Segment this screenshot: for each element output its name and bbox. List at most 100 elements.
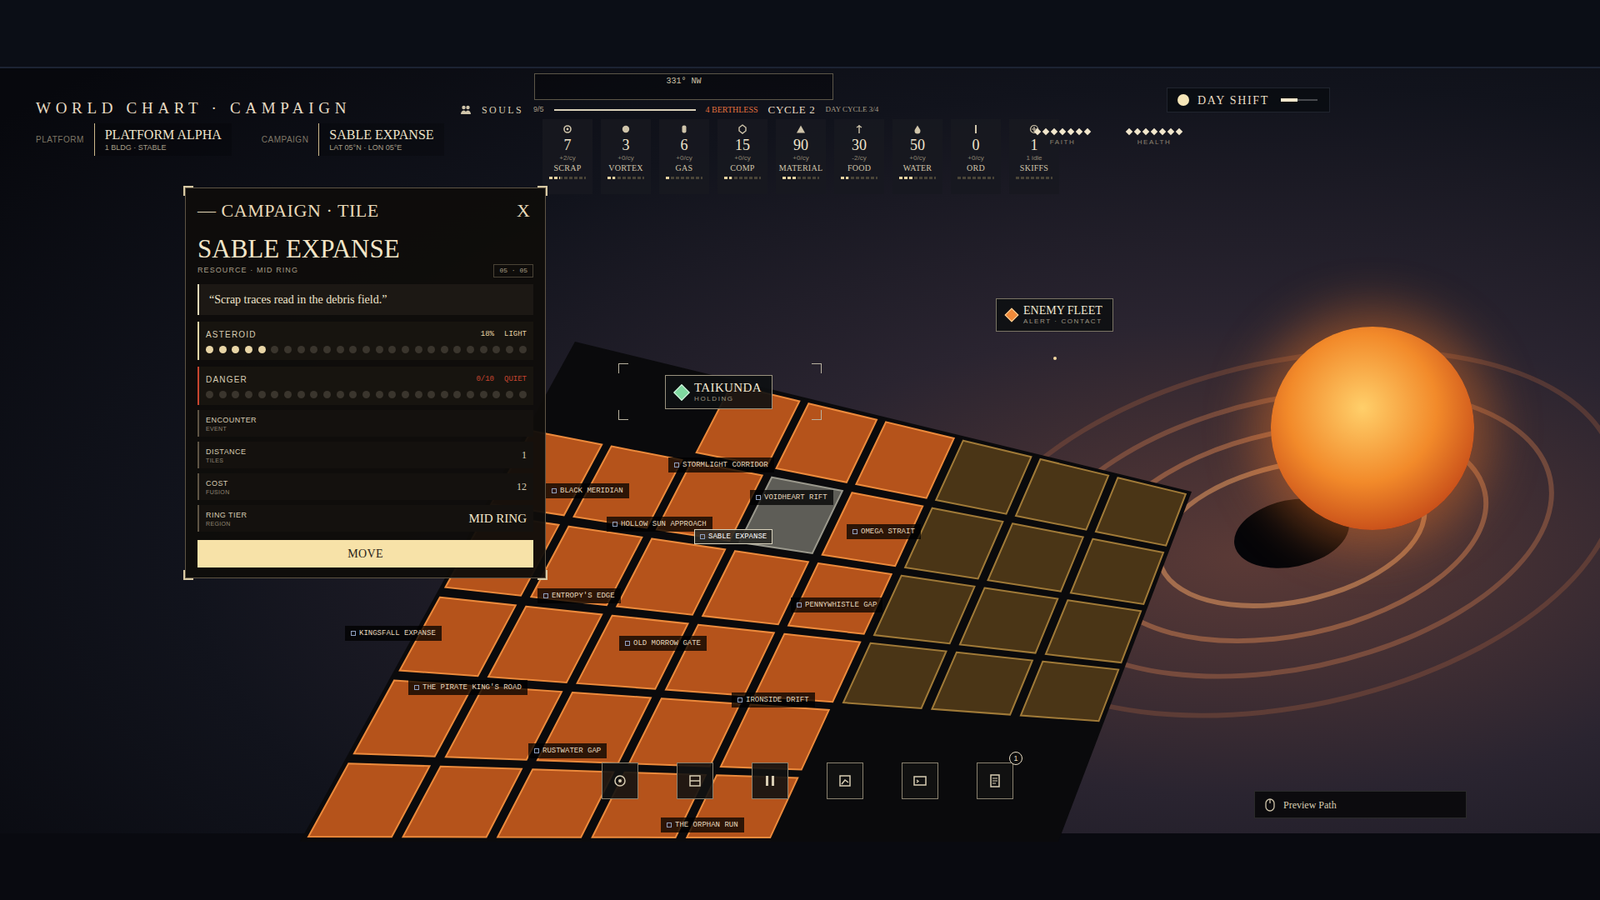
gauge-label: HEALTH [1137,137,1172,148]
cycle-label: CYCLE 2 [768,101,816,119]
tile-label[interactable]: STORMLIGHT CORRIDOR [668,457,775,473]
tile-name: IRONSIDE DRIFT [745,695,810,705]
tile-label[interactable]: THE PIRATE KING'S ROAD [408,680,528,695]
resource-tile[interactable]: 7+2/cySCRAP [542,119,593,195]
toolbar-button[interactable] [601,762,639,800]
resource-label: FOOD [847,162,871,174]
resource-label: ORD [966,162,985,174]
tile-label[interactable]: PENNYWHISTLE GAP [790,597,883,613]
tile-name: KINGSFALL EXPANSE [359,628,436,639]
resource-value: 3 [622,135,630,155]
meter-dot [258,345,266,354]
resource-meter [549,176,586,180]
meter-dots [205,390,527,399]
resource-rate: +0/cy [967,154,984,163]
resource-tile[interactable]: 90+0/cyMATERIAL [775,119,826,195]
souls-fill [554,109,696,111]
tile-label[interactable]: THE ORPHAN RUN [660,817,745,833]
meter-label: DANGER [205,373,248,386]
tile-label[interactable]: SABLE EXPANSE [694,529,773,545]
enemy-sub: ALERT · CONTACT [1023,317,1103,326]
toolbar-button[interactable] [751,762,789,800]
tile-label[interactable]: KINGSFALL EXPANSE [345,625,442,641]
tile-marker-icon [534,748,540,754]
meter-dot [440,390,449,399]
meter-dot [245,390,253,399]
tile-title: SABLE EXPANSE [197,234,534,265]
pip-icon [1134,128,1141,135]
stat-value: 12 [516,479,527,495]
meter-dot [453,345,461,354]
stat-label: RING TIER [205,510,247,520]
sun [1270,326,1475,530]
campaign-box[interactable]: SABLE EXPANSELAT 05°N · LON 05°E [318,123,444,156]
tile-stat-row: DISTANCETILES1 [197,441,534,469]
day-shift-toggle[interactable]: DAY SHIFT [1166,87,1330,113]
toolbar-button[interactable] [826,762,864,800]
resource-rate: +2/cy [559,154,575,163]
enemy-fleet-marker[interactable]: ENEMY FLEETALERT · CONTACT [995,298,1114,332]
meter-dot [415,390,423,399]
tile-marker-icon [625,640,630,646]
toolbar-button[interactable] [901,762,939,800]
meter-dot [310,390,318,399]
tile-label[interactable]: OLD MORROW GATE [619,635,707,651]
resource-meter-fill [899,176,915,180]
platform-box[interactable]: PLATFORM ALPHA1 BLDG · STABLE [94,123,232,156]
meter-dot [297,390,305,399]
toolbar-button[interactable] [676,762,714,800]
tile-name: ENTROPY'S EDGE [551,590,615,601]
platform-name: PLATFORM ALPHA [105,126,222,143]
resource-tile[interactable]: 6+0/cyGAS [659,119,710,195]
preview-path-hint[interactable]: Preview Path [1254,790,1467,819]
tile-label[interactable]: RUSTWATER GAP [528,743,607,759]
resource-bar: 7+2/cySCRAP3+0/cyVORTEX6+0/cyGAS15+0/cyC… [542,119,1060,195]
tile-name: PENNYWHISTLE GAP [805,600,877,610]
gauge-pips [1123,129,1185,135]
preview-path-label: Preview Path [1283,797,1337,813]
resource-value: 6 [680,135,689,155]
sun-icon [1177,94,1190,106]
resource-tile[interactable]: 3+0/cyVORTEX [600,119,651,195]
resource-tile[interactable]: 15+0/cyCOMP [717,119,768,195]
tile-label[interactable]: VOIDHEART RIFT [750,490,834,505]
meter-dot [270,390,279,399]
resource-tile[interactable]: 0+0/cyORD [950,119,1001,195]
move-button[interactable]: MOVE [197,540,534,568]
meter-dot [505,390,514,399]
toolbar-button[interactable]: 1 [976,762,1014,800]
resource-icon [854,124,865,135]
close-button[interactable]: X [513,196,534,225]
resource-icon [620,124,631,135]
tile-marker-icon [612,521,618,527]
resource-tile[interactable]: 30-2/cyFOOD [834,119,885,195]
tile-label[interactable]: OMEGA STRAIT [846,524,921,540]
day-shift-knob [1280,98,1298,102]
gauges: FAITHHEALTH [1031,129,1185,148]
tile-panel: — CAMPAIGN · TILEXSABLE EXPANSERESOURCE … [185,187,546,579]
tile-name: STORMLIGHT CORRIDOR [682,460,769,470]
resource-meter [1015,176,1053,180]
tile-label[interactable]: IRONSIDE DRIFT [731,692,815,708]
resource-meter [782,176,820,180]
meter-dot [480,345,488,354]
resource-tile[interactable]: 50+0/cyWATER [892,119,943,195]
meter-dot [310,345,318,354]
meter-dot [388,390,396,399]
meter-dot [375,345,384,354]
resource-value: 7 [564,135,572,155]
holding-marker[interactable]: TAIKUNDAHOLDING [665,375,773,410]
meter-dot [375,390,384,399]
day-shift-track [1280,99,1318,101]
resource-icon [970,124,981,135]
pip-icon [1175,128,1183,135]
tile-marker-icon [737,697,743,703]
pip-icon [1034,128,1041,135]
campaign-label: CAMPAIGN [261,133,310,146]
meter-tag: LIGHT [504,329,527,341]
tile-label[interactable]: BLACK MERIDIAN [545,483,630,499]
holding-name: TAIKUNDA [694,380,762,395]
toolbar-badge: 1 [1009,751,1023,765]
resource-icon [912,124,923,135]
tile-label[interactable]: ENTROPY'S EDGE [537,588,621,604]
